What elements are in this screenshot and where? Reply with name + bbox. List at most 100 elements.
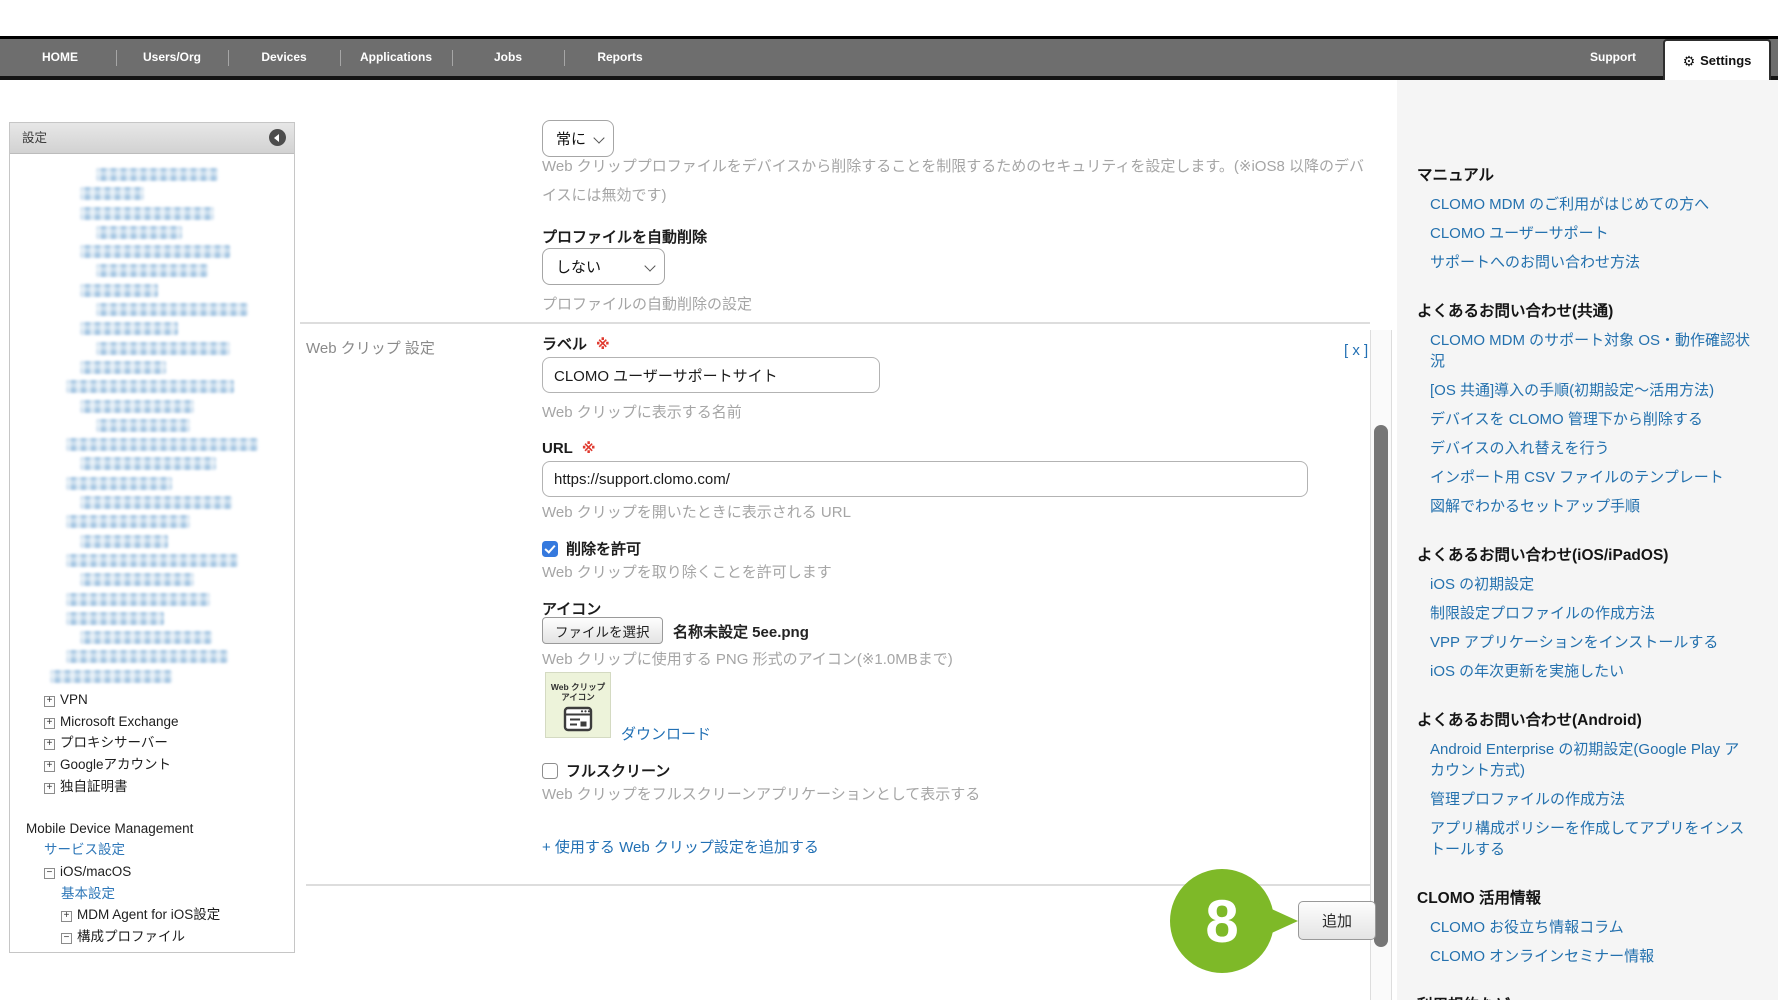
expander-icon[interactable]: + [44,696,55,707]
expander-icon[interactable]: + [44,718,55,729]
scrollbar-track[interactable] [1370,330,1392,1000]
redacted-profile-item [96,419,190,432]
tree-item[interactable]: + Microsoft Exchange [10,711,288,733]
tree-item[interactable]: −構成プロファイル [10,926,288,948]
help-link[interactable]: VPP アプリケーションをインストールする [1417,632,1754,653]
tree-item-label: 構成プロファイル [77,929,185,944]
label-input[interactable] [542,357,880,393]
selected-filename: 名称未設定 5ee.png [673,621,809,642]
nav-item[interactable]: HOME [4,39,116,76]
help-link[interactable]: CLOMO お役立ち情報コラム [1417,917,1754,938]
tree-item[interactable]: + VPN [10,689,288,711]
fullscreen-row: フルスクリーン [542,760,670,781]
tree-item[interactable]: + Googleアカウント [10,754,288,776]
expander-icon[interactable]: + [44,783,55,794]
redacted-profile-item [80,361,166,374]
remove-webclip-link[interactable]: [ x ] [1344,342,1368,359]
delete-allow-checkbox[interactable] [542,541,558,557]
url-input[interactable] [542,461,1308,497]
help-link[interactable]: iOS の初期設定 [1417,574,1754,595]
chevron-down-icon [593,132,604,143]
nav-item-support[interactable]: Support [1590,39,1636,76]
tree-item-label: Googleアカウント [60,757,171,772]
help-link[interactable]: アプリ構成ポリシーを作成してアプリをインストールする [1417,818,1754,860]
help-link[interactable]: 管理プロファイルの作成方法 [1417,789,1754,810]
tree-item[interactable]: −iOS/macOS [10,861,288,883]
redacted-profile-list [10,168,288,683]
tree-item-label: Microsoft Exchange [60,714,179,729]
help-link[interactable]: CLOMO オンラインセミナー情報 [1417,946,1754,967]
tree-item[interactable]: +プロキシサーバー [10,732,288,754]
expander-icon[interactable]: − [61,933,72,944]
redacted-profile-item [80,284,158,297]
redacted-profile-item [66,380,234,393]
auto-delete-select[interactable]: しない [542,248,665,285]
help-section-title: 利用規約など [1417,993,1754,1000]
help-link[interactable]: デバイスを CLOMO 管理下から削除する [1417,409,1754,430]
expander-icon[interactable]: + [61,911,72,922]
redacted-profile-item [80,322,178,335]
file-select-button[interactable]: ファイルを選択 [542,617,663,644]
fullscreen-checkbox[interactable] [542,763,558,779]
help-link[interactable]: デバイスの入れ替えを行う [1417,438,1754,459]
redacted-profile-item [80,400,194,413]
help-link[interactable]: 制限設定プロファイルの作成方法 [1417,603,1754,624]
download-link[interactable]: ダウンロード [621,723,711,744]
security-help-text: Web クリッププロファイルをデバイスから削除することを制限するためのセキュリテ… [542,152,1368,210]
tree-item-label: iOS/macOS [60,864,131,879]
nav-menu: HOME Users/Org Devices Applications Jobs… [4,39,676,76]
delete-allow-label: 削除を許可 [566,538,641,559]
tree-item-label: MDM Agent for iOS設定 [77,907,220,922]
redacted-profile-item [80,573,194,586]
add-webclip-settings-link[interactable]: + 使用する Web クリップ設定を追加する [542,836,819,857]
redacted-profile-item [66,650,228,663]
tree-item[interactable]: サービス設定 [10,839,288,861]
chevron-down-icon [644,260,655,271]
add-button[interactable]: 追加 [1298,901,1376,940]
help-link[interactable]: CLOMO ユーザーサポート [1417,223,1754,244]
help-section-title: よくあるお問い合わせ(Android) [1417,708,1754,730]
icon-field-label: アイコン [542,598,601,619]
scrollbar-thumb[interactable] [1374,425,1388,947]
help-section-title: CLOMO 活用情報 [1417,886,1754,908]
nav-item[interactable]: Applications [340,39,452,76]
tree-item[interactable]: +独自証明書 [10,776,288,798]
help-link[interactable]: インポート用 CSV ファイルのテンプレート [1417,467,1754,488]
section-divider [300,322,1370,324]
help-section-title: よくあるお問い合わせ(iOS/iPadOS) [1417,543,1754,565]
thumb-caption-2: アイコン [546,692,610,702]
tree-item-label: サービス設定 [44,842,125,857]
thumb-caption-1: Web クリップ [546,682,610,692]
tree-item[interactable]: Mobile Device Management [10,818,288,840]
redacted-profile-item [80,496,232,509]
redacted-profile-item [66,477,172,490]
tree-item[interactable]: + MDM Agent for iOS設定 [10,904,288,926]
expander-icon[interactable]: + [44,739,55,750]
tab-settings[interactable]: ⚙ Settings [1663,39,1771,80]
expander-icon[interactable]: + [44,761,55,772]
nav-item[interactable]: Devices [228,39,340,76]
tree-item-label: VPN [60,692,88,707]
help-link[interactable]: サポートへのお問い合わせ方法 [1417,252,1754,273]
nav-item[interactable]: Jobs [452,39,564,76]
icon-help: Web クリップに使用する PNG 形式のアイコン(※1.0MBまで) [542,645,953,674]
redacted-profile-item [80,187,144,200]
help-link[interactable]: CLOMO MDM のご利用がはじめての方へ [1417,194,1754,215]
redacted-profile-item [66,438,258,451]
help-link[interactable]: 図解でわかるセットアップ手順 [1417,496,1754,517]
delete-allow-row: 削除を許可 [542,538,641,559]
nav-item[interactable]: Users/Org [116,39,228,76]
nav-item[interactable]: Reports [564,39,676,76]
collapse-sidebar-button[interactable] [269,129,286,146]
expander-icon[interactable]: − [44,868,55,879]
security-select-value: 常に [556,128,586,149]
settings-tree: + VPN + Microsoft Exchange +プロキシサーバー + Goog… [10,154,294,948]
help-link[interactable]: [OS 共通]導入の手順(初期設定〜活用方法) [1417,380,1754,401]
help-link[interactable]: CLOMO MDM のサポート対象 OS・動作確認状況 [1417,330,1754,372]
help-link[interactable]: Android Enterprise の初期設定(Google Play アカウ… [1417,739,1754,781]
redacted-profile-item [80,207,214,220]
help-section-title: マニュアル [1417,163,1754,185]
gear-icon: ⚙ [1683,54,1696,68]
help-link[interactable]: iOS の年次更新を実施したい [1417,661,1754,682]
tree-item[interactable]: 基本設定 [10,883,288,905]
